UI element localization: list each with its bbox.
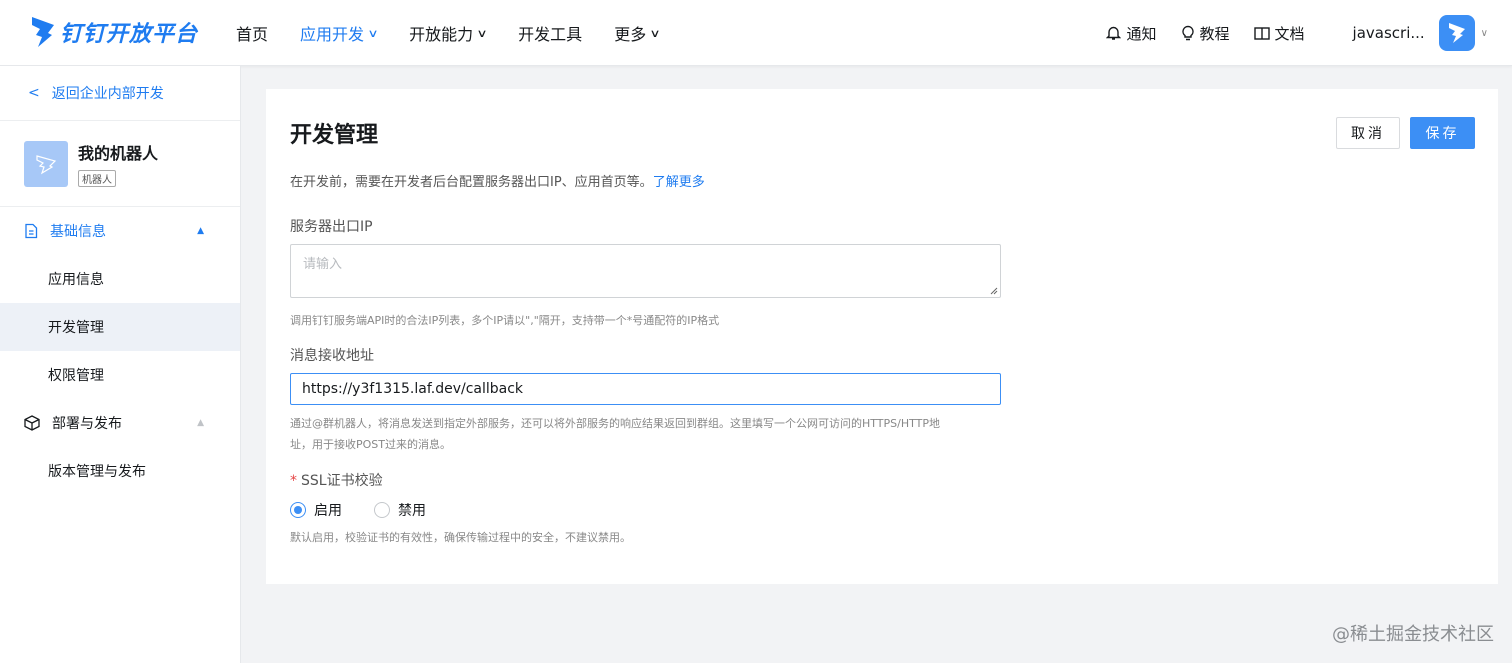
nav-label: 首页 <box>236 25 269 44</box>
chevron-down-icon: ∨ <box>476 26 488 40</box>
chevron-down-icon[interactable]: ∨ <box>1481 28 1488 39</box>
dingtalk-logo-icon <box>32 17 54 47</box>
callback-url-input[interactable]: https://y3f1315.laf.dev/callback <box>290 373 1001 405</box>
robot-app-icon <box>36 154 57 174</box>
lightbulb-icon <box>1181 25 1194 41</box>
callback-hint-line-2: 址，用于接收POST过来的消息。 <box>290 438 451 451</box>
document-icon <box>25 223 38 239</box>
sidebar-item-permissions[interactable]: 权限管理 <box>0 351 240 399</box>
app-type-badge: 机器人 <box>78 170 116 187</box>
main-card: 开发管理 取消 保存 在开发前，需要在开发者后台配置服务器出口IP、应用首页等。… <box>266 89 1498 584</box>
sidebar-item-version-release[interactable]: 版本管理与发布 <box>0 447 240 495</box>
sidebar-group-deploy[interactable]: 部署与发布 ▲ <box>0 399 240 447</box>
chevron-down-icon: ∨ <box>367 26 379 40</box>
nav-label: 开放能力 <box>409 25 474 44</box>
caret-up-icon: ▲ <box>197 418 204 428</box>
callback-url-value: https://y3f1315.laf.dev/callback <box>302 381 524 397</box>
main-nav: 首页 应用开发 ∨ 开放能力 ∨ 开发工具 更多 ∨ <box>236 0 691 66</box>
app-card: 我的机器人 机器人 <box>0 121 240 207</box>
nav-item-dev-tools[interactable]: 开发工具 <box>518 21 582 45</box>
page-title: 开发管理 <box>290 123 379 148</box>
ssl-field-label: * SSL证书校验 <box>290 470 383 490</box>
dingtalk-avatar-icon <box>1448 23 1465 43</box>
resize-handle-icon[interactable] <box>990 287 998 295</box>
description-text: 在开发前，需要在开发者后台配置服务器出口IP、应用首页等。 <box>290 175 653 190</box>
notify-link[interactable]: 通知 <box>1106 23 1157 44</box>
callback-hint: 通过@群机器人，将消息发送到指定外部服务，还可以将外部服务的响应结果返回到群组。… <box>290 413 940 455</box>
nav-label: 更多 <box>614 25 647 44</box>
ssl-disable-label[interactable]: 禁用 <box>398 500 426 520</box>
ssl-radio-group: 启用 禁用 <box>290 500 458 520</box>
item-label: 权限管理 <box>48 368 104 384</box>
ssl-label-text: SSL证书校验 <box>301 473 383 489</box>
nav-item-more[interactable]: 更多 ∨ <box>614 21 661 45</box>
nav-label: 开发工具 <box>518 25 583 44</box>
learn-more-link[interactable]: 了解更多 <box>653 175 705 190</box>
book-icon <box>1253 26 1270 40</box>
ip-field-label: 服务器出口IP <box>290 219 373 235</box>
group-label: 基础信息 <box>50 224 106 240</box>
docs-link[interactable]: 文档 <box>1253 23 1305 44</box>
ssl-disable-radio[interactable] <box>374 502 390 518</box>
server-ip-textarea[interactable]: 请输入 <box>290 244 1001 298</box>
chevron-left-icon: < <box>28 85 40 101</box>
sidebar-group-basic-info[interactable]: 基础信息 ▲ <box>0 207 240 255</box>
tutorial-link[interactable]: 教程 <box>1181 23 1230 44</box>
watermark: @稀土掘金技术社区 <box>1332 624 1494 645</box>
ssl-hint: 默认启用，校验证书的有效性，确保传输过程中的安全，不建议禁用。 <box>290 531 631 544</box>
item-label: 版本管理与发布 <box>48 464 146 480</box>
ip-hint: 调用钉钉服务端API时的合法IP列表，多个IP请以","隔开，支持带一个*号通配… <box>290 314 720 327</box>
ssl-enable-radio[interactable] <box>290 502 306 518</box>
app-name: 我的机器人 <box>78 144 159 163</box>
item-label: 开发管理 <box>48 320 104 336</box>
user-name[interactable]: javascri... <box>1353 24 1425 42</box>
ip-placeholder: 请输入 <box>303 257 343 272</box>
caret-up-icon: ▲ <box>197 226 204 236</box>
docs-label: 文档 <box>1274 24 1305 43</box>
top-nav-bar: 钉钉开放平台 首页 应用开发 ∨ 开放能力 ∨ 开发工具 更多 ∨ 通知 教程 文档 … <box>0 0 1512 66</box>
required-mark: * <box>290 473 297 489</box>
back-link[interactable]: < 返回企业内部开发 <box>0 66 240 121</box>
group-label: 部署与发布 <box>52 416 122 432</box>
ssl-enable-label[interactable]: 启用 <box>314 500 342 520</box>
tutorial-label: 教程 <box>1199 24 1230 43</box>
callback-hint-line-1: 通过@群机器人，将消息发送到指定外部服务，还可以将外部服务的响应结果返回到群组。… <box>290 417 940 430</box>
sidebar-item-app-info[interactable]: 应用信息 <box>0 255 240 303</box>
user-avatar[interactable] <box>1438 15 1475 51</box>
sidebar-item-dev-management[interactable]: 开发管理 <box>0 303 240 351</box>
dingtalk-logo[interactable]: 钉钉开放平台 <box>30 12 198 52</box>
right-nav: 通知 教程 文档 javascri... ∨ <box>1082 0 1488 66</box>
app-icon <box>24 140 68 187</box>
sidebar: < 返回企业内部开发 我的机器人 机器人 基础信息 ▲ 应用信息 开发管理 权限… <box>0 66 241 663</box>
nav-item-home[interactable]: 首页 <box>236 21 268 45</box>
bell-icon <box>1106 26 1122 40</box>
notify-label: 通知 <box>1126 24 1157 43</box>
nav-item-app-dev[interactable]: 应用开发 ∨ <box>300 21 379 45</box>
logo-text: 钉钉开放平台 <box>60 22 199 47</box>
chevron-down-icon: ∨ <box>649 26 661 40</box>
cube-icon <box>24 415 40 431</box>
back-label: 返回企业内部开发 <box>51 86 164 102</box>
nav-label: 应用开发 <box>300 25 365 44</box>
item-label: 应用信息 <box>48 272 104 288</box>
cancel-button[interactable]: 取消 <box>1336 117 1400 149</box>
callback-field-label: 消息接收地址 <box>290 348 374 364</box>
save-button[interactable]: 保存 <box>1410 117 1475 149</box>
page-description: 在开发前，需要在开发者后台配置服务器出口IP、应用首页等。了解更多 <box>290 171 705 190</box>
nav-item-open-capability[interactable]: 开放能力 ∨ <box>409 21 488 45</box>
